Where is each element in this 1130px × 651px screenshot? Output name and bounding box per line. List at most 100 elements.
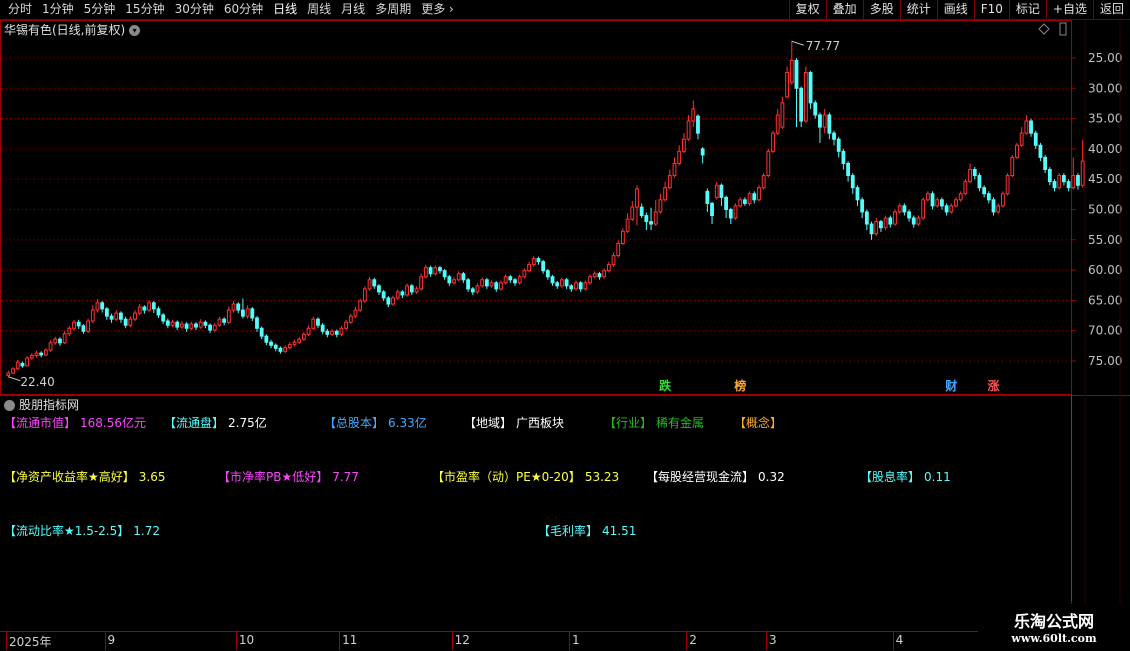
candle-body-123: [583, 282, 588, 290]
indicator-label: 【每股经营现金流】: [646, 470, 755, 484]
candle-body-185: [874, 221, 879, 235]
toolbar-button-1[interactable]: 叠加: [825, 0, 863, 19]
candle-body-199: [940, 199, 944, 207]
candle-body-68: [325, 330, 330, 335]
candle-body-186: [879, 221, 883, 229]
candle-body-96: [456, 273, 461, 281]
candle-body-84: [400, 291, 405, 296]
date-label-6: 2: [689, 633, 697, 647]
period-tab-5[interactable]: 60分钟: [220, 2, 269, 17]
candle-body-183: [864, 211, 869, 225]
date-label-7: 3: [768, 633, 777, 647]
chevron-down-icon[interactable]: [4, 400, 15, 411]
candle-body-49: [236, 303, 241, 311]
toolbar-button-6[interactable]: 标记: [1008, 0, 1046, 19]
chevron-down-icon[interactable]: ▾: [129, 25, 141, 36]
toolbar-button-5[interactable]: F10: [973, 0, 1009, 19]
candle-body-154: [728, 209, 733, 219]
candle-body-66: [316, 318, 320, 326]
candle-body-37: [180, 323, 184, 328]
candle-body-15: [76, 321, 81, 327]
candle-body-126: [597, 273, 602, 278]
candle-body-167: [789, 59, 794, 83]
toolbar-button-0[interactable]: 复权: [788, 0, 826, 19]
candle-body-193: [911, 217, 916, 225]
candle-body-157: [742, 199, 747, 204]
candle-body-151: [714, 184, 719, 198]
date-tick-2: [235, 632, 237, 650]
candle-body-225: [1061, 175, 1066, 183]
period-tab-0[interactable]: 分时: [4, 2, 38, 17]
y-tick-label-1: 70.00: [1088, 324, 1122, 338]
period-tab-3[interactable]: 15分钟: [121, 2, 170, 17]
candlestick-chart[interactable]: 75.00 70.00 65.00 60.00 55.00 50.00 45.00 40.00…: [0, 20, 1130, 631]
event-marker-3: 涨: [988, 378, 1000, 393]
candle-body-91: [433, 267, 438, 275]
period-tab-1[interactable]: 1分钟: [38, 2, 80, 17]
candle-body-34: [165, 320, 170, 326]
candle-body-52: [250, 308, 255, 319]
toolbar-button-2[interactable]: 多股: [862, 0, 900, 19]
event-marker-2: 财: [944, 378, 957, 393]
candle-body-162: [766, 150, 771, 177]
indicator-item-11: 【流动比率★1.5-2.5】 1.72: [4, 524, 160, 538]
candle-body-197: [930, 193, 935, 207]
date-tick-0: [6, 632, 7, 650]
indicator-label: 【流通盘】: [164, 416, 225, 430]
indicator-value: 广西板块: [516, 416, 565, 430]
candle-body-3: [20, 362, 25, 367]
candle-body-194: [916, 217, 921, 225]
candle-body-85: [405, 285, 410, 296]
candle-body-35: [170, 321, 175, 326]
diamond-icon: [1038, 23, 1050, 35]
indicator-value: 0.32: [758, 470, 785, 484]
candle-body-128: [606, 264, 611, 272]
period-tab-10[interactable]: 更多 ›: [417, 2, 460, 17]
candle-body-2: [15, 361, 20, 370]
period-tab-7[interactable]: 周线: [303, 2, 337, 17]
toolbar-button-3[interactable]: 统计: [899, 0, 937, 19]
high-label: 77.77: [806, 39, 840, 53]
candle-body-79: [377, 285, 381, 293]
toolbar-button-4[interactable]: 画线: [936, 0, 974, 19]
candle-body-192: [907, 211, 911, 219]
period-tab-6[interactable]: 日线: [269, 2, 303, 17]
candle-body-65: [311, 318, 316, 329]
period-tab-8[interactable]: 月线: [337, 2, 371, 17]
candle-body-159: [752, 193, 757, 201]
indicator-value: 41.51: [602, 524, 637, 538]
candle-body-110: [522, 270, 527, 278]
candle-body-184: [869, 223, 874, 235]
low-pointer: [8, 376, 21, 382]
indicator-label: 【市盈率（动）PE★0-20】: [432, 470, 581, 484]
indicator-value: 53.23: [584, 470, 620, 484]
indicator-label: 【净资产收益率★高好】: [4, 470, 135, 484]
date-label-0: 2025年: [9, 635, 52, 649]
indicator-item-3: 【地域】 广西板块: [464, 416, 564, 430]
candle-body-205: [968, 169, 972, 183]
candle-body-70: [334, 330, 339, 335]
candle-body-72: [344, 321, 349, 329]
candle-body-144: [681, 138, 686, 152]
indicator-item-0: 【流通市值】 168.56亿元: [4, 416, 146, 430]
candle-body-133: [630, 206, 635, 220]
candle-body-1: [11, 368, 15, 374]
panel-toggle-icon: [1059, 22, 1067, 36]
y-tick-label-2: 65.00: [1088, 293, 1122, 307]
indicator-title-bar: 股朋指标网: [4, 396, 79, 413]
candle-body-165: [780, 102, 785, 128]
toolbar-button-7[interactable]: +自选: [1045, 0, 1093, 19]
candle-body-59: [283, 347, 288, 352]
candle-body-152: [719, 184, 724, 198]
candle-body-86: [409, 285, 414, 293]
candle-body-187: [883, 217, 888, 229]
candle-body-125: [592, 273, 597, 278]
period-tab-4[interactable]: 30分钟: [171, 2, 220, 17]
toolbar: 分时 1分钟 5分钟 15分钟 30分钟 60分钟 日线 周线 月线 多周期 更多 › 复权 叠加 多股…: [0, 0, 1130, 20]
candle-body-211: [996, 205, 1001, 213]
toolbar-button-8[interactable]: 返回: [1092, 0, 1130, 19]
candle-body-170: [803, 72, 808, 122]
candle-body-58: [278, 347, 283, 352]
period-tab-9[interactable]: 多周期: [371, 2, 417, 17]
period-tab-2[interactable]: 5分钟: [80, 2, 122, 17]
